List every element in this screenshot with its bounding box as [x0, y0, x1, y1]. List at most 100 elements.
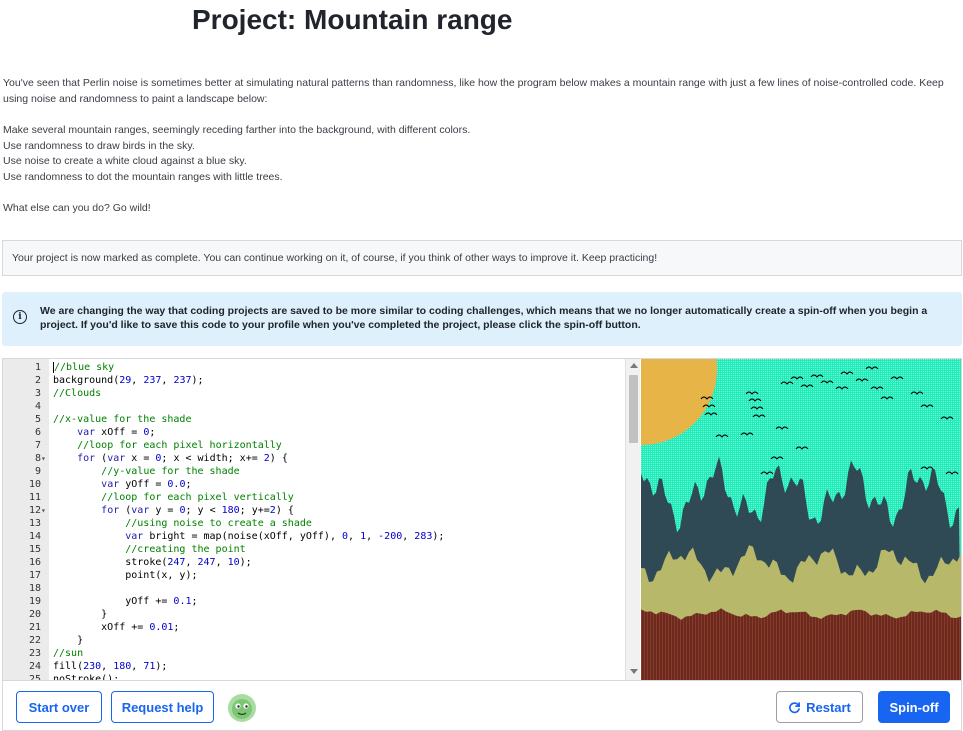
spinoff-notice: i We are changing the way that coding pr…: [2, 292, 962, 346]
code-line[interactable]: 25 noStroke();: [3, 673, 625, 680]
line-number: 17: [28, 570, 41, 581]
spin-off-button[interactable]: Spin-off: [878, 691, 950, 723]
code-text: //y-value for the shade: [101, 466, 240, 477]
code-text: }: [53, 609, 108, 620]
code-text: for (var x = 0; x < width; x+= 2) {: [77, 453, 288, 464]
code-text: stroke(247, 247, 10);: [53, 557, 252, 568]
code-text: var bright = map(noise(xOff, yOff), 0, 1…: [125, 531, 445, 542]
editor-footer: Start over Request help Restart Spin-off: [2, 681, 962, 731]
editor-scrollbar[interactable]: [625, 359, 640, 680]
code-text: //using noise to create a shade: [125, 518, 312, 529]
code-text: }: [53, 635, 84, 646]
code-text: for (var y = 0; y < 180; y+=2) {: [101, 505, 294, 516]
closing-text: What else can you do? Go wild!: [3, 202, 151, 214]
code-line[interactable]: 2 background(29, 237, 237);: [3, 374, 625, 387]
code-editor-panel: 1 //blue sky 2 background(29, 237, 237); 3 //…: [2, 358, 962, 681]
code-text: var yOff = 0.0;: [101, 479, 192, 490]
code-line[interactable]: 19 yOff += 0.1;: [3, 595, 625, 608]
fold-arrow-icon[interactable]: ▾: [41, 504, 49, 517]
code-line[interactable]: 6 var xOff = 0;: [3, 426, 625, 439]
code-line[interactable]: 10 var yOff = 0.0;: [3, 478, 625, 491]
task-item: Use noise to create a white cloud agains…: [3, 155, 247, 167]
line-number: 6: [34, 427, 41, 438]
code-line[interactable]: 7 //loop for each pixel horizontally: [3, 439, 625, 452]
line-number: 24: [28, 661, 41, 672]
line-number: 18: [28, 583, 41, 594]
line-number: 23: [28, 648, 41, 659]
scroll-down-icon[interactable]: [630, 669, 638, 674]
code-text: var xOff = 0;: [77, 427, 156, 438]
code-line[interactable]: 11 //loop for each pixel vertically: [3, 491, 625, 504]
code-text: noStroke();: [53, 674, 120, 680]
completion-text: Your project is now marked as complete. …: [12, 252, 658, 264]
line-number: 2: [34, 375, 41, 386]
code-line[interactable]: 23 //sun: [3, 647, 625, 660]
intro-text: You've seen that Perlin noise is sometim…: [3, 77, 944, 105]
line-number: 20: [28, 609, 41, 620]
code-line[interactable]: 16 stroke(247, 247, 10);: [3, 556, 625, 569]
landscape-drawing: [641, 359, 961, 680]
line-number: 12: [28, 505, 41, 516]
code-text: //Clouds: [53, 388, 102, 399]
code-line[interactable]: 14 var bright = map(noise(xOff, yOff), 0…: [3, 530, 625, 543]
code-line[interactable]: 12 ▾ for (var y = 0; y < 180; y+=2) {: [3, 504, 625, 517]
line-number: 5: [34, 414, 41, 425]
code-line[interactable]: 22 }: [3, 634, 625, 647]
line-number: 19: [28, 596, 41, 607]
scroll-up-icon[interactable]: [630, 363, 638, 368]
code-text: //blue sky: [53, 361, 115, 373]
code-line[interactable]: 18: [3, 582, 625, 595]
line-number: 11: [28, 492, 41, 503]
code-editor[interactable]: 1 //blue sky 2 background(29, 237, 237); 3 //…: [3, 359, 625, 680]
near-ground: [641, 608, 961, 680]
code-text: point(x, y);: [53, 570, 198, 581]
project-description: You've seen that Perlin noise is sometim…: [3, 76, 953, 217]
page-title: Project: Mountain range: [192, 4, 513, 35]
code-line[interactable]: 15 //creating the point: [3, 543, 625, 556]
code-line[interactable]: 20 }: [3, 608, 625, 621]
info-icon: i: [13, 310, 27, 324]
line-number: 1: [34, 362, 41, 373]
code-line[interactable]: 5 //x-value for the shade: [3, 413, 625, 426]
code-line[interactable]: 17 point(x, y);: [3, 569, 625, 582]
line-number: 8: [34, 453, 41, 464]
code-text: //creating the point: [125, 544, 246, 555]
line-number: 22: [28, 635, 41, 646]
code-text: //x-value for the shade: [53, 414, 192, 425]
code-text: //sun: [53, 648, 84, 659]
code-line[interactable]: 9 //y-value for the shade: [3, 465, 625, 478]
line-number: 13: [28, 518, 41, 529]
start-over-button[interactable]: Start over: [16, 691, 102, 723]
code-text: xOff += 0.01;: [53, 622, 180, 633]
code-text: fill(230, 180, 71);: [53, 661, 168, 672]
line-number: 25: [28, 674, 41, 680]
line-number: 3: [34, 388, 41, 399]
request-help-button[interactable]: Request help: [111, 691, 214, 723]
code-line[interactable]: 13 //using noise to create a shade: [3, 517, 625, 530]
task-item: Use randomness to draw birds in the sky.: [3, 139, 195, 152]
line-number: 15: [28, 544, 41, 555]
code-line[interactable]: 3 //Clouds: [3, 387, 625, 400]
code-line[interactable]: 21 xOff += 0.01;: [3, 621, 625, 634]
code-line[interactable]: 1 //blue sky: [3, 361, 625, 374]
line-number: 14: [28, 531, 41, 542]
code-line[interactable]: 4: [3, 400, 625, 413]
line-number: 7: [34, 440, 41, 451]
fold-arrow-icon[interactable]: ▾: [41, 452, 49, 465]
avatar-icon: [228, 694, 256, 722]
code-line[interactable]: 8 ▾ for (var x = 0; x < width; x+= 2) {: [3, 452, 625, 465]
completion-banner: Your project is now marked as complete. …: [2, 240, 962, 276]
notice-text: We are changing the way that coding proj…: [40, 305, 928, 331]
restart-button[interactable]: Restart: [776, 691, 863, 723]
code-text: //loop for each pixel horizontally: [77, 440, 282, 451]
line-number: 21: [28, 622, 41, 633]
output-canvas[interactable]: [641, 359, 961, 680]
line-number: 10: [28, 479, 41, 490]
code-line[interactable]: 24 fill(230, 180, 71);: [3, 660, 625, 673]
code-text: //loop for each pixel vertically: [101, 492, 294, 503]
restart-label: Restart: [806, 699, 851, 715]
refresh-icon: [789, 701, 801, 713]
line-number: 9: [34, 466, 41, 477]
scroll-thumb[interactable]: [629, 375, 638, 443]
task-item: Make several mountain ranges, seemingly …: [3, 124, 471, 136]
